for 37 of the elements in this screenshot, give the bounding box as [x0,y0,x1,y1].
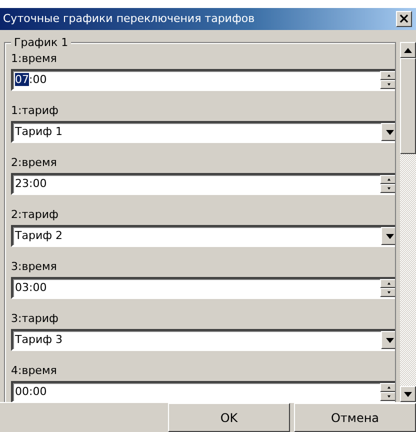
tariff-dropdown[interactable]: Тариф 3 [11,329,395,351]
time-spin-field[interactable]: 03:00 [11,277,395,299]
close-button[interactable]: × [396,11,412,27]
spin-down-icon[interactable] [380,80,395,89]
spin-up-icon[interactable] [380,383,395,392]
time-spin-field[interactable]: 00:00 [11,381,395,402]
spin-down-icon[interactable] [380,288,395,297]
dropdown-button[interactable] [381,331,395,349]
dropdown-button[interactable] [381,123,395,141]
time-spin-field[interactable]: 07:00 [11,69,395,91]
down-arrow-icon[interactable] [404,392,412,396]
up-arrow-icon[interactable] [404,48,412,52]
down-arrow-icon[interactable] [386,234,394,238]
down-arrow-icon[interactable] [386,338,394,342]
scroll-thumb[interactable] [400,58,416,154]
cancel-button[interactable]: Отмена [294,403,416,432]
tariff-dropdown[interactable]: Тариф 1 [11,121,395,143]
field-label: 1:время [11,50,58,67]
dropdown-button[interactable] [381,227,395,245]
window-title: Суточные графики переключения тарифов [3,10,255,27]
spin-up-icon[interactable] [380,71,395,80]
spin-down-icon[interactable] [380,392,395,401]
field-label: 2:тариф [11,206,60,223]
spin-up-icon[interactable] [380,175,395,184]
group-title: График 1 [11,35,72,52]
time-spin-field[interactable]: 23:00 [11,173,395,195]
field-label: 1:тариф [11,102,60,119]
field-label: 2:время [11,154,58,171]
scroll-bar[interactable] [400,42,416,402]
field-label: 3:время [11,258,58,275]
down-arrow-icon[interactable] [386,130,394,134]
field-label: 4:время [11,362,58,379]
field-label: 3:тариф [11,310,60,327]
spin-down-icon[interactable] [380,184,395,193]
tariff-dropdown[interactable]: Тариф 2 [11,225,395,247]
ok-button[interactable]: OK [168,403,290,432]
spin-up-icon[interactable] [380,279,395,288]
